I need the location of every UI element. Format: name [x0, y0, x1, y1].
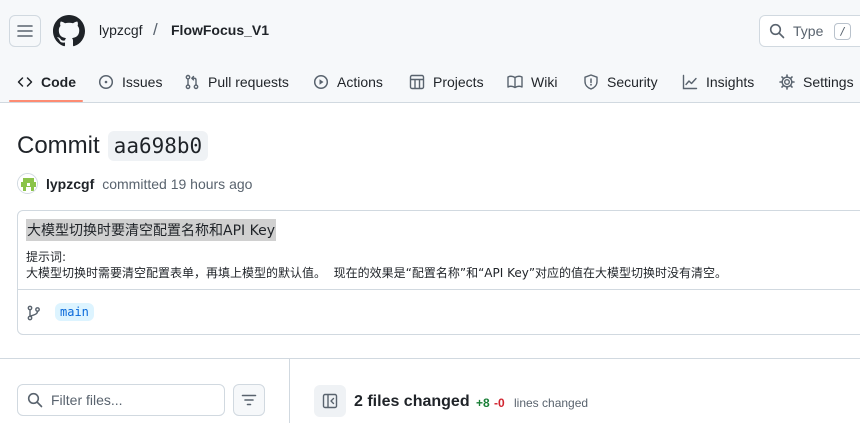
filter-files-input[interactable]: Filter files... [17, 384, 225, 416]
gear-icon [779, 74, 795, 90]
tab-settings-label: Settings [803, 74, 854, 90]
pull-request-icon [185, 74, 199, 90]
tab-insights-label: Insights [706, 74, 755, 90]
tab-pull-requests-label: Pull requests [208, 74, 289, 90]
commit-author-row: lypzcgf committed 19 hours ago [17, 173, 252, 194]
tab-pull-requests[interactable]: Pull requests [184, 62, 289, 102]
selected-tab-underline [9, 100, 83, 102]
search-shortcut-key: / [834, 22, 851, 40]
files-changed-count: 2 files changed [354, 393, 470, 410]
sidebar-collapse-icon [322, 393, 338, 409]
github-logo-icon[interactable] [53, 15, 85, 47]
tab-actions-label: Actions [337, 74, 383, 90]
search-hint-type: Type [793, 23, 824, 39]
search-input[interactable]: Type / to [759, 15, 860, 47]
code-icon [17, 77, 33, 87]
commit-body-line-1: 提示词: [26, 250, 67, 264]
commit-body-line-2: 大模型切换时需要清空配置表单，再填上模型的默认值。 现在的效果是“配置名称”和“… [26, 266, 728, 280]
tab-projects[interactable]: Projects [409, 62, 484, 102]
hamburger-icon [17, 25, 33, 37]
tab-wiki[interactable]: Wiki [507, 62, 557, 102]
tab-projects-label: Projects [433, 74, 484, 90]
play-icon [313, 74, 329, 90]
app-header: lypzcgf / FlowFocus_V1 Type / to Code Is… [0, 0, 860, 103]
menu-button[interactable] [9, 15, 41, 47]
table-icon [409, 74, 425, 90]
toggle-file-tree-button[interactable] [314, 385, 346, 417]
tab-code-label: Code [41, 74, 76, 90]
commit-heading: Commit [17, 132, 100, 159]
tab-issues[interactable]: Issues [98, 62, 162, 102]
filter-options-button[interactable] [233, 384, 265, 416]
tab-code[interactable]: Code [17, 62, 76, 102]
branch-badge[interactable]: main [55, 303, 94, 321]
tab-wiki-label: Wiki [531, 74, 558, 90]
shield-icon [584, 74, 598, 90]
tab-security[interactable]: Security [583, 62, 658, 102]
book-icon [507, 75, 523, 89]
section-divider [0, 358, 860, 359]
lines-changed-label: lines changed [514, 396, 589, 410]
graph-icon [682, 74, 698, 90]
tab-issues-label: Issues [122, 74, 163, 90]
commit-meta: committed 19 hours ago [102, 175, 253, 192]
tab-insights[interactable]: Insights [682, 62, 754, 102]
search-icon [769, 23, 785, 39]
filter-icon [241, 394, 257, 406]
git-branch-icon [27, 305, 40, 321]
commit-author-link[interactable]: lypzcgf [46, 176, 94, 192]
search-icon [27, 392, 43, 408]
additions-count: +8 [476, 396, 490, 410]
issue-icon [98, 74, 114, 90]
repo-nav: Code Issues Pull requests Actions Projec… [0, 62, 860, 103]
tab-actions[interactable]: Actions [313, 62, 383, 102]
repo-owner-link[interactable]: lypzcgf [99, 22, 143, 38]
commit-message-title: 大模型切换时要清空配置名称和API Key [26, 219, 276, 241]
avatar[interactable] [17, 173, 38, 194]
commit-message-body: 提示词: 大模型切换时需要清空配置表单，再填上模型的默认值。 现在的效果是“配置… [26, 249, 727, 281]
commit-message-box: 大模型切换时要清空配置名称和API Key 提示词: 大模型切换时需要清空配置表… [17, 210, 860, 335]
file-tree-divider [289, 359, 290, 423]
commit-sha: aa698b0 [107, 131, 209, 161]
repo-name-link[interactable]: FlowFocus_V1 [171, 22, 269, 38]
tab-security-label: Security [607, 74, 658, 90]
breadcrumb-separator: / [153, 20, 158, 39]
page-title: Commit aa698b0 [17, 131, 209, 161]
deletions-count: -0 [494, 396, 505, 410]
filter-files-placeholder: Filter files... [51, 392, 123, 408]
commit-box-divider [18, 289, 860, 290]
tab-settings[interactable]: Settings [779, 62, 854, 102]
